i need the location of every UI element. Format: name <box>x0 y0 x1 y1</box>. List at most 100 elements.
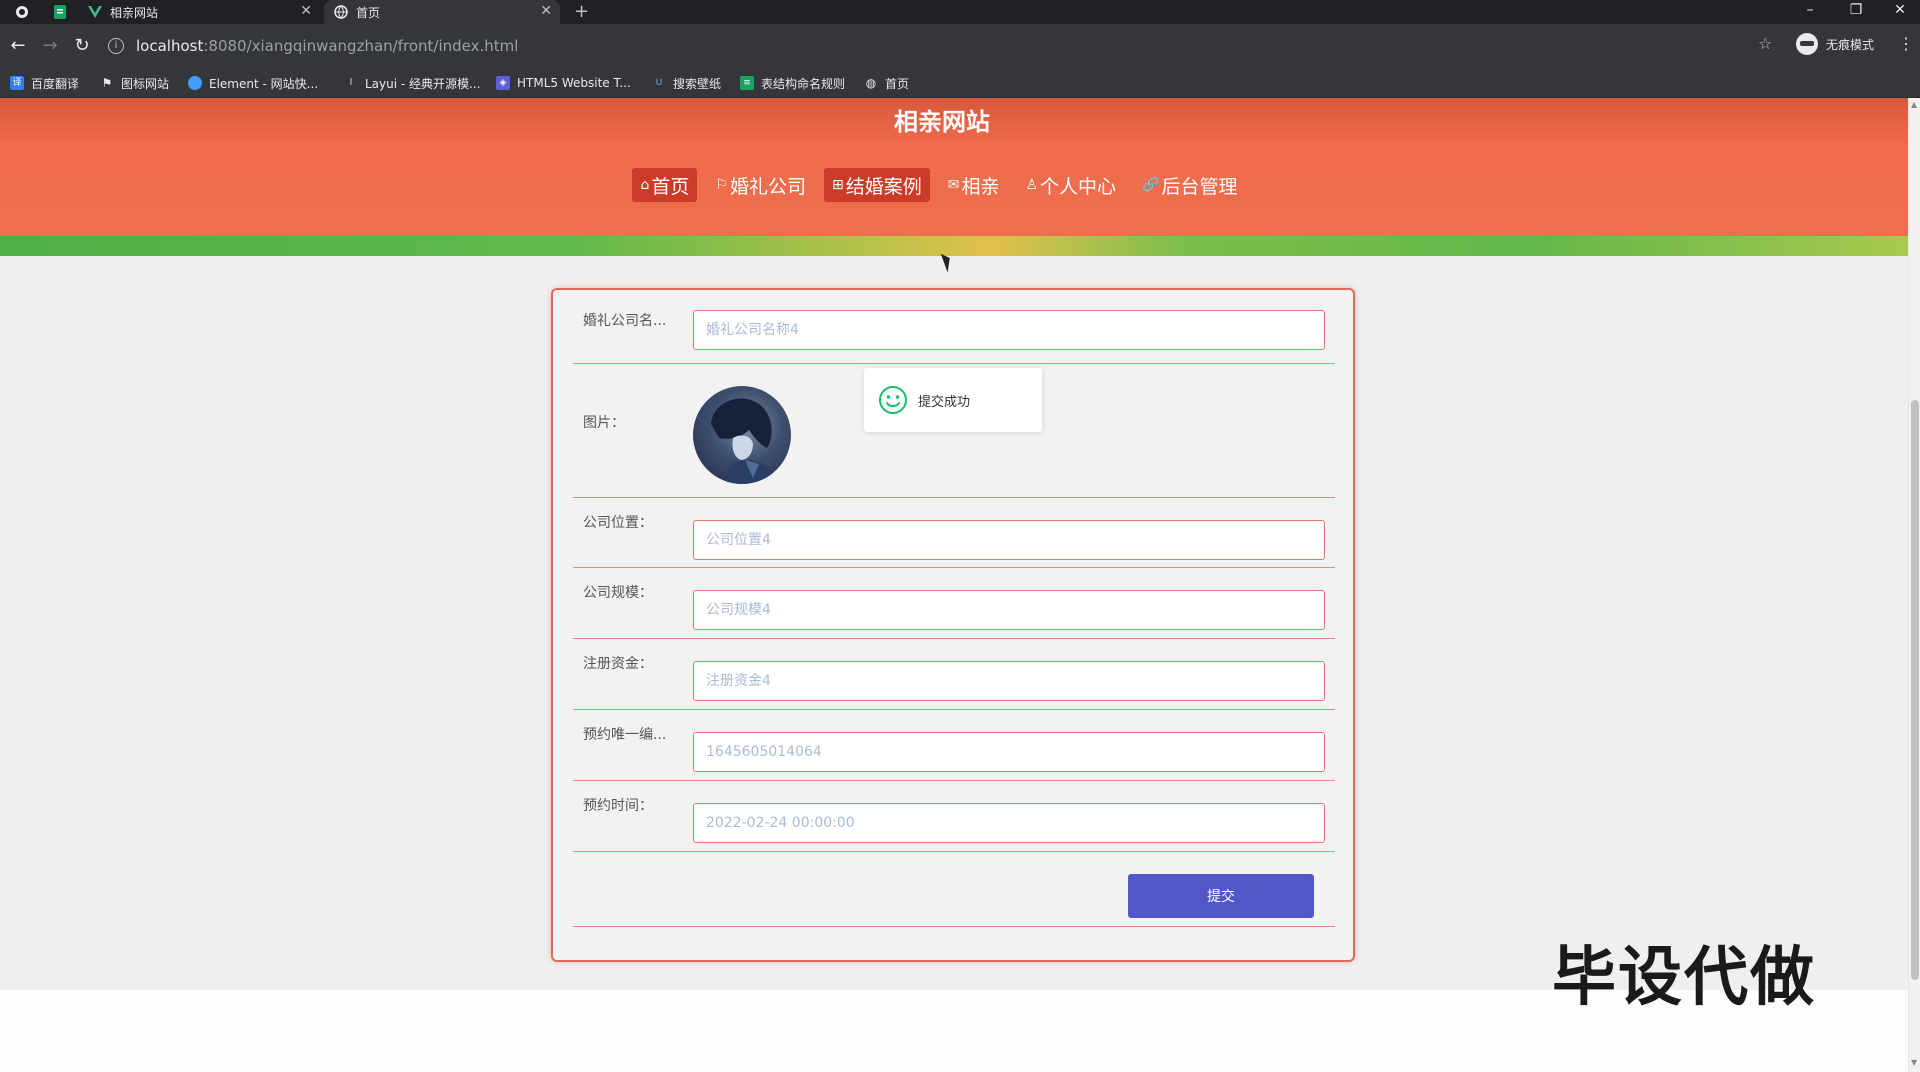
minimize-icon[interactable]: – <box>1790 0 1830 24</box>
smile-icon <box>879 386 907 414</box>
html5-icon: ◈ <box>496 76 510 90</box>
bookmark-label: 图标网站 <box>121 76 170 91</box>
tab-title: 相亲网站 <box>110 5 159 20</box>
nav-item-home[interactable]: ⌂ 首页 <box>632 168 698 202</box>
forward-arrow-icon[interactable]: → <box>38 34 62 58</box>
banner-image-strip <box>0 236 1908 256</box>
flag-icon: ⚐ <box>715 177 728 193</box>
scrollbar-thumb[interactable] <box>1911 400 1919 980</box>
bookmark-wallpaper[interactable]: U 搜索壁纸 <box>652 68 721 98</box>
translate-icon: 译 <box>10 76 24 90</box>
company-name-input[interactable] <box>693 310 1325 350</box>
link-icon: 🔗 <box>1142 177 1160 193</box>
bookmark-label: 首页 <box>885 76 910 91</box>
field-label: 婚礼公司名... <box>583 313 667 329</box>
close-tab-icon[interactable]: ✕ <box>540 3 552 19</box>
tab-title: 首页 <box>356 5 381 20</box>
nav-label: 后台管理 <box>1161 175 1238 198</box>
globe-icon <box>334 5 348 19</box>
home-icon: ⌂ <box>640 177 650 193</box>
close-tab-icon[interactable]: ✕ <box>300 3 312 19</box>
nav-label: 结婚案例 <box>845 175 922 198</box>
field-label: 公司规模： <box>583 585 653 601</box>
reload-icon[interactable]: ↻ <box>70 34 94 58</box>
bookmarks-bar: 译百度翻译 ⚑ 图标网站 Element - 网站快... l Layui - 经典… <box>0 68 1920 98</box>
browser-menu-icon[interactable]: ⋮ <box>1898 34 1914 53</box>
bookmark-html5[interactable]: ◈ HTML5 Website T... <box>496 68 631 98</box>
nav-item-wedding-cases[interactable]: ⊞ 结婚案例 <box>823 168 930 202</box>
form-row-capital: 注册资金： <box>573 639 1335 710</box>
bookmark-label: 搜索壁纸 <box>673 76 722 91</box>
tab-home[interactable]: 首页 ✕ <box>324 0 560 24</box>
submit-button[interactable]: 提交 <box>1128 874 1314 918</box>
nav-label: 个人中心 <box>1040 175 1117 198</box>
booking-id-input[interactable] <box>693 732 1325 772</box>
bookmark-baidu-fanyi[interactable]: 译百度翻译 <box>10 68 79 98</box>
tab-favicon-globe-icon[interactable] <box>10 0 34 24</box>
url-path: :8080/xiangqinwangzhan/front/index.html <box>203 37 519 55</box>
booking-time-input[interactable] <box>693 803 1325 843</box>
browser-tab-strip: 相亲网站 ✕ 首页 ✕ + – ❐ ✕ <box>0 0 1920 24</box>
wallpaper-icon: U <box>655 78 663 88</box>
nav-label: 首页 <box>651 175 690 198</box>
field-label: 注册资金： <box>583 656 653 672</box>
tab-xiangqin[interactable]: 相亲网站 ✕ <box>88 0 320 24</box>
layui-logo-icon: l <box>349 78 353 88</box>
registered-capital-input[interactable] <box>693 661 1325 701</box>
back-arrow-icon[interactable]: ← <box>6 34 30 58</box>
watermark-text: 毕设代做 <box>1552 941 1816 1015</box>
globe-icon: ◍ <box>865 76 877 90</box>
success-toast: 提交成功 <box>864 368 1042 432</box>
nav-item-blind-date[interactable]: ✉ 相亲 <box>940 168 1008 202</box>
company-image[interactable] <box>693 386 791 484</box>
nav-item-profile[interactable]: ♙ 个人中心 <box>1017 168 1124 202</box>
incognito-label: 无痕模式 <box>1826 37 1875 52</box>
new-tab-button[interactable]: + <box>574 0 589 24</box>
bookmark-label: Element - 网站快... <box>209 76 319 91</box>
page-scrollbar[interactable]: ▲ ▼ <box>1908 98 1920 1072</box>
bookmark-element[interactable]: Element - 网站快... <box>188 68 318 98</box>
field-label: 预约时间： <box>583 798 653 814</box>
site-header: 相亲网站 ⌂ 首页 ⚐ 婚礼公司 ⊞ 结婚案例 ✉ 相亲 ♙ 个人中心 🔗 后台管理 <box>0 98 1908 236</box>
bookmark-home[interactable]: ◍ 首页 <box>864 68 909 98</box>
element-logo-icon <box>188 76 202 90</box>
mail-icon: ✉ <box>947 177 960 193</box>
address-bar[interactable]: i localhost:8080/xiangqinwangzhan/front/… <box>108 31 1778 61</box>
nav-label: 相亲 <box>961 175 1000 198</box>
bookmark-table-naming[interactable]: ≡ 表结构命名规则 <box>740 68 845 98</box>
bookmark-icon-site[interactable]: ⚑ 图标网站 <box>100 68 169 98</box>
form-row-booking-time: 预约时间： <box>573 781 1335 852</box>
nav-item-wedding-company[interactable]: ⚐ 婚礼公司 <box>707 168 814 202</box>
bookmark-star-icon[interactable]: ☆ <box>1758 34 1772 53</box>
form-row-company-name: 婚礼公司名... <box>573 296 1335 364</box>
form-row-scale: 公司规模： <box>573 568 1335 639</box>
company-location-input[interactable] <box>693 520 1325 560</box>
field-label: 公司位置： <box>583 515 653 531</box>
grid-icon: ⊞ <box>831 177 844 193</box>
form-row-location: 公司位置： <box>573 498 1335 568</box>
scroll-up-icon[interactable]: ▲ <box>1911 100 1917 109</box>
bookmark-label: HTML5 Website T... <box>517 76 631 90</box>
sheet-icon: ≡ <box>740 76 754 90</box>
company-scale-input[interactable] <box>693 590 1325 630</box>
nav-label: 婚礼公司 <box>729 175 806 198</box>
bookmark-label: Layui - 经典开源模... <box>365 76 481 91</box>
main-nav: ⌂ 首页 ⚐ 婚礼公司 ⊞ 结婚案例 ✉ 相亲 ♙ 个人中心 🔗 后台管理 <box>0 168 1908 202</box>
site-title: 相亲网站 <box>894 108 990 136</box>
restore-icon[interactable]: ❐ <box>1836 0 1876 24</box>
incognito-indicator[interactable]: 无痕模式 <box>1796 33 1874 55</box>
bookmark-label: 表结构命名规则 <box>761 76 846 91</box>
bookmark-label: 百度翻译 <box>31 76 80 91</box>
user-icon: ♙ <box>1025 177 1039 193</box>
incognito-icon <box>1796 33 1818 55</box>
field-label: 预约唯一编... <box>583 727 667 743</box>
bookmark-layui[interactable]: l Layui - 经典开源模... <box>344 68 481 98</box>
tab-favicon-sheet-icon[interactable] <box>48 0 72 24</box>
scroll-down-icon[interactable]: ▼ <box>1911 1058 1917 1067</box>
site-info-icon[interactable]: i <box>108 38 124 54</box>
close-window-icon[interactable]: ✕ <box>1880 0 1920 24</box>
nav-item-admin[interactable]: 🔗 后台管理 <box>1134 168 1245 202</box>
form-row-booking-id: 预约唯一编... <box>573 710 1335 781</box>
field-label: 图片： <box>583 415 625 431</box>
toast-message: 提交成功 <box>918 394 971 410</box>
